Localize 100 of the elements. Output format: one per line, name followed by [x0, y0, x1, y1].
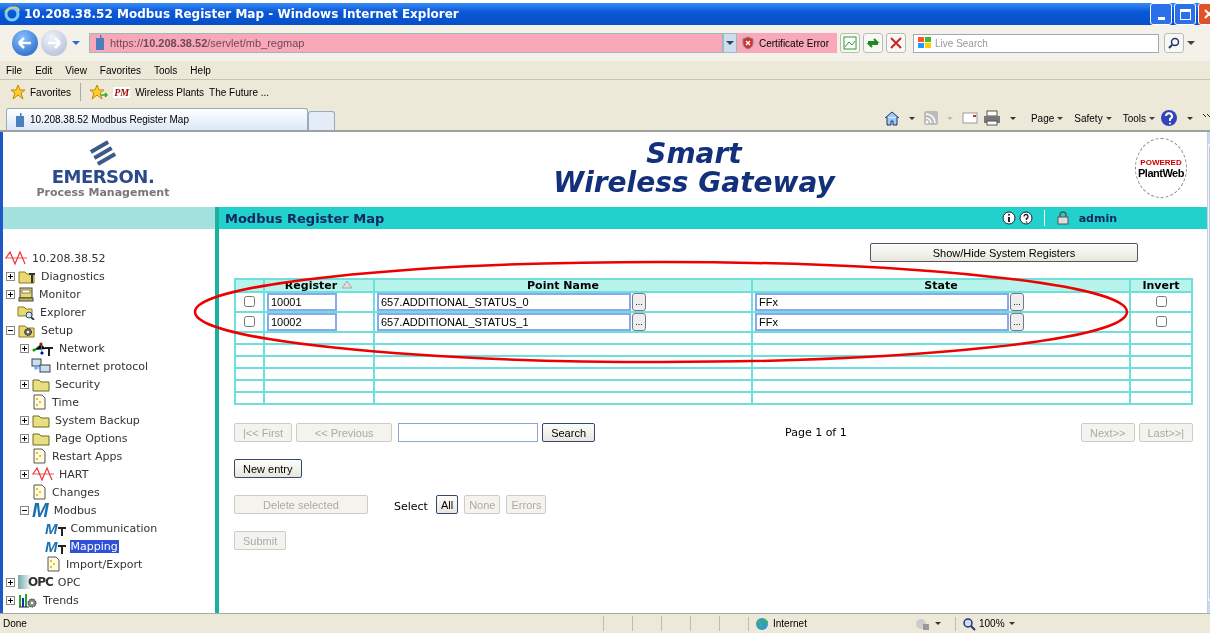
- expand-toggle[interactable]: [20, 343, 29, 353]
- windows-flag-icon: [918, 37, 932, 49]
- row-checkbox[interactable]: [244, 315, 255, 327]
- lock-icon: [1055, 211, 1070, 225]
- favorite-link[interactable]: The Future ...: [209, 86, 270, 98]
- favorites-button[interactable]: Favorites: [10, 84, 72, 100]
- point-name-field[interactable]: 657.ADDITIONAL_STATUS_1: [377, 313, 631, 331]
- expand-toggle[interactable]: [20, 415, 29, 425]
- tree-item[interactable]: Mapping: [69, 539, 119, 553]
- search-field[interactable]: [398, 423, 539, 442]
- help-icon[interactable]: [1160, 109, 1178, 127]
- compatibility-button[interactable]: [840, 33, 860, 53]
- column-header[interactable]: Point Name: [374, 279, 752, 292]
- search-box[interactable]: Live Search: [913, 33, 1159, 53]
- expand-toggle[interactable]: [20, 433, 29, 443]
- arrow-left-icon: [18, 37, 32, 49]
- collapse-toggle[interactable]: [6, 325, 15, 335]
- stop-button[interactable]: [886, 33, 906, 53]
- menu-item[interactable]: File: [6, 64, 23, 76]
- tree-item[interactable]: Trends: [42, 593, 80, 607]
- search-button[interactable]: Search: [542, 423, 595, 442]
- collapse-toggle[interactable]: [20, 505, 29, 515]
- tree-item[interactable]: Network: [58, 341, 106, 355]
- mail-icon[interactable]: [961, 112, 978, 124]
- tree-item[interactable]: Communication: [69, 521, 159, 535]
- logo-text: PlantWeb: [1138, 166, 1184, 179]
- browse-button[interactable]: ...: [632, 293, 646, 311]
- minimize-button[interactable]: [1150, 3, 1172, 25]
- back-button[interactable]: [12, 30, 38, 56]
- column-header[interactable]: State: [752, 279, 1130, 292]
- state-field[interactable]: FFx: [755, 313, 1009, 331]
- page-title: Modbus Register Map: [225, 210, 386, 226]
- folder-icon: [32, 412, 50, 428]
- command-menu[interactable]: Page: [1030, 112, 1064, 124]
- expand-toggle[interactable]: [6, 271, 15, 281]
- browse-button[interactable]: ...: [632, 313, 646, 331]
- tree-item[interactable]: Monitor: [38, 287, 82, 301]
- column-header[interactable]: Invert: [1130, 279, 1192, 292]
- page-icon: [31, 394, 47, 410]
- invert-checkbox[interactable]: [1155, 295, 1167, 307]
- browse-button[interactable]: ...: [1010, 293, 1024, 311]
- info-icon[interactable]: [1001, 211, 1016, 225]
- tree-item[interactable]: Page Options: [54, 431, 129, 445]
- home-icon[interactable]: [883, 110, 900, 126]
- select-option-button[interactable]: All: [435, 495, 459, 514]
- wave-icon: [5, 250, 27, 266]
- point-name-field[interactable]: 657.ADDITIONAL_STATUS_0: [377, 293, 631, 311]
- show-hide-system-registers-button[interactable]: Show/Hide System Registers: [870, 243, 1138, 262]
- menu-item[interactable]: Favorites: [99, 64, 141, 76]
- address-field[interactable]: https://10.208.38.52/servlet/mb_regmap: [89, 33, 723, 53]
- user-name[interactable]: admin: [1078, 211, 1117, 225]
- refresh-icon: [866, 36, 880, 50]
- monitor-icon: [18, 286, 34, 302]
- row-checkbox[interactable]: [244, 295, 255, 307]
- browse-button[interactable]: ...: [1010, 313, 1024, 331]
- zoom-level[interactable]: 100%: [955, 616, 1005, 631]
- tree-item[interactable]: Changes: [51, 485, 101, 499]
- search-button[interactable]: [1164, 33, 1184, 53]
- arrow-right-icon: [47, 37, 61, 49]
- register-field[interactable]: 10001: [267, 293, 337, 311]
- menu-item[interactable]: Edit: [35, 64, 53, 76]
- site-logo: PM: [113, 86, 131, 98]
- tree-root[interactable]: 10.208.38.52: [31, 251, 107, 265]
- state-field[interactable]: FFx: [755, 293, 1009, 311]
- favorite-link[interactable]: Wireless Plants: [135, 86, 205, 98]
- command-menu[interactable]: Tools: [1122, 112, 1155, 124]
- tree-item[interactable]: Restart Apps: [51, 449, 124, 463]
- tree-item[interactable]: Time: [51, 395, 80, 409]
- expand-toggle[interactable]: [20, 469, 29, 479]
- expand-toggle[interactable]: [20, 379, 29, 389]
- expand-toggle[interactable]: [6, 577, 15, 587]
- tree-item[interactable]: Import/Export: [65, 557, 144, 571]
- brand-name: EMERSON.: [51, 167, 155, 186]
- address-dropdown[interactable]: [723, 33, 737, 53]
- star-icon: [10, 84, 26, 100]
- certificate-error-button[interactable]: Certificate Error: [737, 33, 837, 53]
- tree-item[interactable]: Modbus: [52, 503, 98, 517]
- tree-item[interactable]: Explorer: [39, 305, 87, 319]
- command-menu[interactable]: Safety: [1074, 112, 1112, 124]
- tree-item[interactable]: Security: [54, 377, 102, 391]
- tree-item[interactable]: Setup: [40, 323, 75, 337]
- menu-item[interactable]: View: [65, 64, 87, 76]
- browser-tab[interactable]: 10.208.38.52 Modbus Register Map: [6, 108, 308, 130]
- help-icon[interactable]: [1018, 211, 1033, 225]
- new-entry-button[interactable]: New entry: [234, 459, 302, 478]
- tree-item[interactable]: OPC: [56, 575, 82, 589]
- expand-toggle[interactable]: [6, 289, 15, 299]
- tree-item[interactable]: System Backup: [54, 413, 141, 427]
- maximize-button[interactable]: [1174, 3, 1196, 25]
- tree-item[interactable]: Internet protocol: [55, 359, 150, 373]
- page-icon: [45, 556, 61, 572]
- tree-item[interactable]: Diagnostics: [40, 269, 106, 283]
- register-field[interactable]: 10002: [267, 313, 337, 331]
- menu-item[interactable]: Tools: [154, 64, 178, 76]
- menu-item[interactable]: Help: [190, 64, 211, 76]
- invert-checkbox[interactable]: [1155, 315, 1167, 327]
- expand-toggle[interactable]: [6, 595, 15, 605]
- tree-item[interactable]: HART: [58, 467, 90, 481]
- refresh-button[interactable]: [863, 33, 883, 53]
- print-icon[interactable]: [982, 110, 1001, 126]
